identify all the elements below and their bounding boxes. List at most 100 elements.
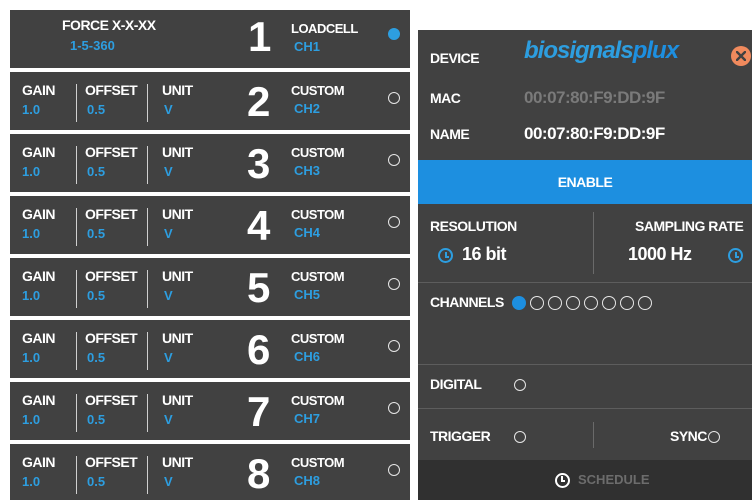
gain-label: GAIN — [22, 330, 56, 346]
unit-value[interactable]: V — [164, 164, 173, 179]
schedule-bar[interactable]: SCHEDULE — [418, 460, 752, 500]
divider — [147, 270, 148, 308]
gain-value[interactable]: 1.0 — [22, 102, 40, 117]
close-icon[interactable] — [731, 46, 751, 66]
divider — [76, 208, 77, 246]
offset-value[interactable]: 0.5 — [87, 474, 105, 489]
divider — [76, 146, 77, 184]
channels-label: CHANNELS — [430, 294, 504, 310]
divider — [76, 456, 77, 494]
offset-value[interactable]: 0.5 — [87, 164, 105, 179]
channel-name: CH2 — [294, 101, 321, 116]
name-label: NAME — [430, 126, 470, 142]
channel-enable-radio[interactable] — [388, 278, 400, 290]
device-panel: DEVICE biosignalsplux MAC 00:07:80:F9:DD… — [418, 30, 752, 500]
channel-type: LOADCELL — [291, 21, 358, 36]
channel-enable-radio[interactable] — [388, 154, 400, 166]
unit-label: UNIT — [162, 454, 193, 470]
unit-value[interactable]: V — [164, 288, 173, 303]
offset-value[interactable]: 0.5 — [87, 412, 105, 427]
offset-value[interactable]: 0.5 — [87, 350, 105, 365]
enable-button[interactable]: ENABLE — [418, 160, 752, 204]
channel-enable-radio[interactable] — [388, 464, 400, 476]
channel-enable-radio[interactable] — [388, 340, 400, 352]
channel-number: 6 — [247, 326, 270, 373]
gain-label: GAIN — [22, 206, 56, 222]
channel-name: CH4 — [294, 225, 321, 240]
channel-enable-radio[interactable] — [388, 92, 400, 104]
gain-label: GAIN — [22, 144, 56, 160]
channel-type: CUSTOM — [291, 331, 345, 346]
unit-value[interactable]: V — [164, 102, 173, 117]
unit-label: UNIT — [162, 144, 193, 160]
mac-label: MAC — [430, 90, 461, 106]
channel-type: CUSTOM — [291, 455, 345, 470]
channel-enable-radio[interactable] — [388, 28, 400, 40]
channel-name: CH1 — [294, 39, 321, 54]
divider — [418, 282, 752, 283]
device-label: DEVICE — [430, 50, 480, 66]
channel-dots — [512, 296, 652, 310]
channel-toggle-6[interactable] — [602, 296, 616, 310]
channel-row-2[interactable]: GAIN 1.0 OFFSET 0.5 UNIT V 2 CUSTOM CH2 — [10, 72, 410, 130]
clock-icon[interactable] — [438, 248, 453, 263]
logo-bio: bio — [524, 37, 558, 64]
channel-row-6[interactable]: GAIN 1.0 OFFSET 0.5 UNIT V 6 CUSTOM CH6 — [10, 320, 410, 378]
unit-label: UNIT — [162, 392, 193, 408]
offset-label: OFFSET — [85, 454, 138, 470]
channel-toggle-3[interactable] — [548, 296, 562, 310]
gain-value[interactable]: 1.0 — [22, 288, 40, 303]
unit-value[interactable]: V — [164, 350, 173, 365]
channel-toggle-1[interactable] — [512, 296, 526, 310]
channel-toggle-4[interactable] — [566, 296, 580, 310]
divider — [593, 212, 594, 274]
channel-number: 2 — [247, 78, 270, 125]
unit-value[interactable]: V — [164, 226, 173, 241]
offset-value[interactable]: 0.5 — [87, 288, 105, 303]
unit-label: UNIT — [162, 268, 193, 284]
sync-toggle[interactable] — [708, 431, 720, 443]
channel-enable-radio[interactable] — [388, 402, 400, 414]
clock-icon[interactable] — [728, 248, 743, 263]
gain-value[interactable]: 1.0 — [22, 412, 40, 427]
channel-row-8[interactable]: GAIN 1.0 OFFSET 0.5 UNIT V 8 CUSTOM CH8 — [10, 444, 410, 500]
channel-toggle-7[interactable] — [620, 296, 634, 310]
channel-panel: FORCE X-X-XX 1-5-360 1 LOADCELL CH1 GAIN… — [10, 10, 410, 500]
channel-type: CUSTOM — [291, 393, 345, 408]
divider — [418, 364, 752, 365]
offset-value[interactable]: 0.5 — [87, 226, 105, 241]
channel-toggle-8[interactable] — [638, 296, 652, 310]
channel-number: 3 — [247, 140, 270, 187]
gain-label: GAIN — [22, 268, 56, 284]
divider — [593, 422, 594, 448]
channel-toggle-5[interactable] — [584, 296, 598, 310]
name-value[interactable]: 00:07:80:F9:DD:9F — [524, 124, 665, 144]
channel-toggle-2[interactable] — [530, 296, 544, 310]
unit-value[interactable]: V — [164, 474, 173, 489]
channel-type: CUSTOM — [291, 269, 345, 284]
gain-value[interactable]: 1.0 — [22, 350, 40, 365]
sensor-code: 1-5-360 — [70, 38, 115, 53]
gain-value[interactable]: 1.0 — [22, 164, 40, 179]
channel-row-7[interactable]: GAIN 1.0 OFFSET 0.5 UNIT V 7 CUSTOM CH7 — [10, 382, 410, 440]
channel-number: 7 — [247, 388, 270, 435]
channel-row-1[interactable]: FORCE X-X-XX 1-5-360 1 LOADCELL CH1 — [10, 10, 410, 68]
channel-row-4[interactable]: GAIN 1.0 OFFSET 0.5 UNIT V 4 CUSTOM CH4 — [10, 196, 410, 254]
channel-enable-radio[interactable] — [388, 216, 400, 228]
digital-toggle[interactable] — [514, 379, 526, 391]
channel-type: CUSTOM — [291, 145, 345, 160]
trigger-toggle[interactable] — [514, 431, 526, 443]
channel-name: CH8 — [294, 473, 321, 488]
divider — [147, 146, 148, 184]
offset-value[interactable]: 0.5 — [87, 102, 105, 117]
channel-row-5[interactable]: GAIN 1.0 OFFSET 0.5 UNIT V 5 CUSTOM CH5 — [10, 258, 410, 316]
channel-row-3[interactable]: GAIN 1.0 OFFSET 0.5 UNIT V 3 CUSTOM CH3 — [10, 134, 410, 192]
unit-value[interactable]: V — [164, 412, 173, 427]
divider — [147, 394, 148, 432]
resolution-value[interactable]: 16 bit — [462, 244, 507, 265]
offset-label: OFFSET — [85, 144, 138, 160]
gain-value[interactable]: 1.0 — [22, 474, 40, 489]
gain-value[interactable]: 1.0 — [22, 226, 40, 241]
sampling-rate-value[interactable]: 1000 Hz — [628, 244, 692, 265]
offset-label: OFFSET — [85, 268, 138, 284]
